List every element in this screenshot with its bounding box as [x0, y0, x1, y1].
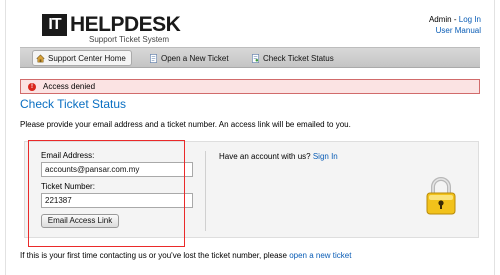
highlight-box: [28, 140, 185, 247]
nav-open-ticket[interactable]: Open a New Ticket: [146, 51, 229, 66]
nav-label: Open a New Ticket: [161, 54, 229, 63]
logo-title: HELPDESK: [70, 13, 181, 36]
page-title: Check Ticket Status: [20, 97, 127, 111]
home-icon: [36, 54, 45, 63]
user-links: Admin - Log In User Manual: [429, 14, 481, 36]
ticket-status-icon: [252, 54, 259, 63]
error-banner: ! Access denied: [20, 79, 480, 94]
user-manual-link[interactable]: User Manual: [436, 26, 481, 35]
nav-support-home[interactable]: Support Center Home: [32, 50, 132, 66]
nav-label: Check Ticket Status: [263, 54, 334, 63]
open-new-ticket-link[interactable]: open a new ticket: [289, 251, 351, 260]
error-icon: !: [28, 83, 36, 91]
main-nav: Support Center Home Open a New Ticket Ch…: [20, 47, 480, 68]
lock-icon: [426, 177, 456, 215]
user-status: Admin -: [428, 15, 459, 24]
new-ticket-icon: [150, 54, 157, 63]
nav-check-status[interactable]: Check Ticket Status: [248, 51, 334, 66]
logo-mark: IT: [42, 14, 67, 36]
account-text: Have an account with us?: [219, 152, 313, 161]
account-prompt: Have an account with us? Sign In: [219, 152, 338, 162]
sign-in-link[interactable]: Sign In: [313, 152, 338, 161]
panel-divider: [205, 151, 206, 231]
nav-label: Support Center Home: [48, 54, 126, 63]
error-message: Access denied: [43, 82, 96, 91]
logo-subtitle: Support Ticket System: [89, 35, 170, 44]
page-intro: Please provide your email address and a …: [20, 120, 351, 129]
login-link[interactable]: Log In: [459, 15, 481, 24]
footer-note: If this is your first time contacting us…: [20, 251, 351, 261]
footer-text: If this is your first time contacting us…: [20, 251, 290, 260]
